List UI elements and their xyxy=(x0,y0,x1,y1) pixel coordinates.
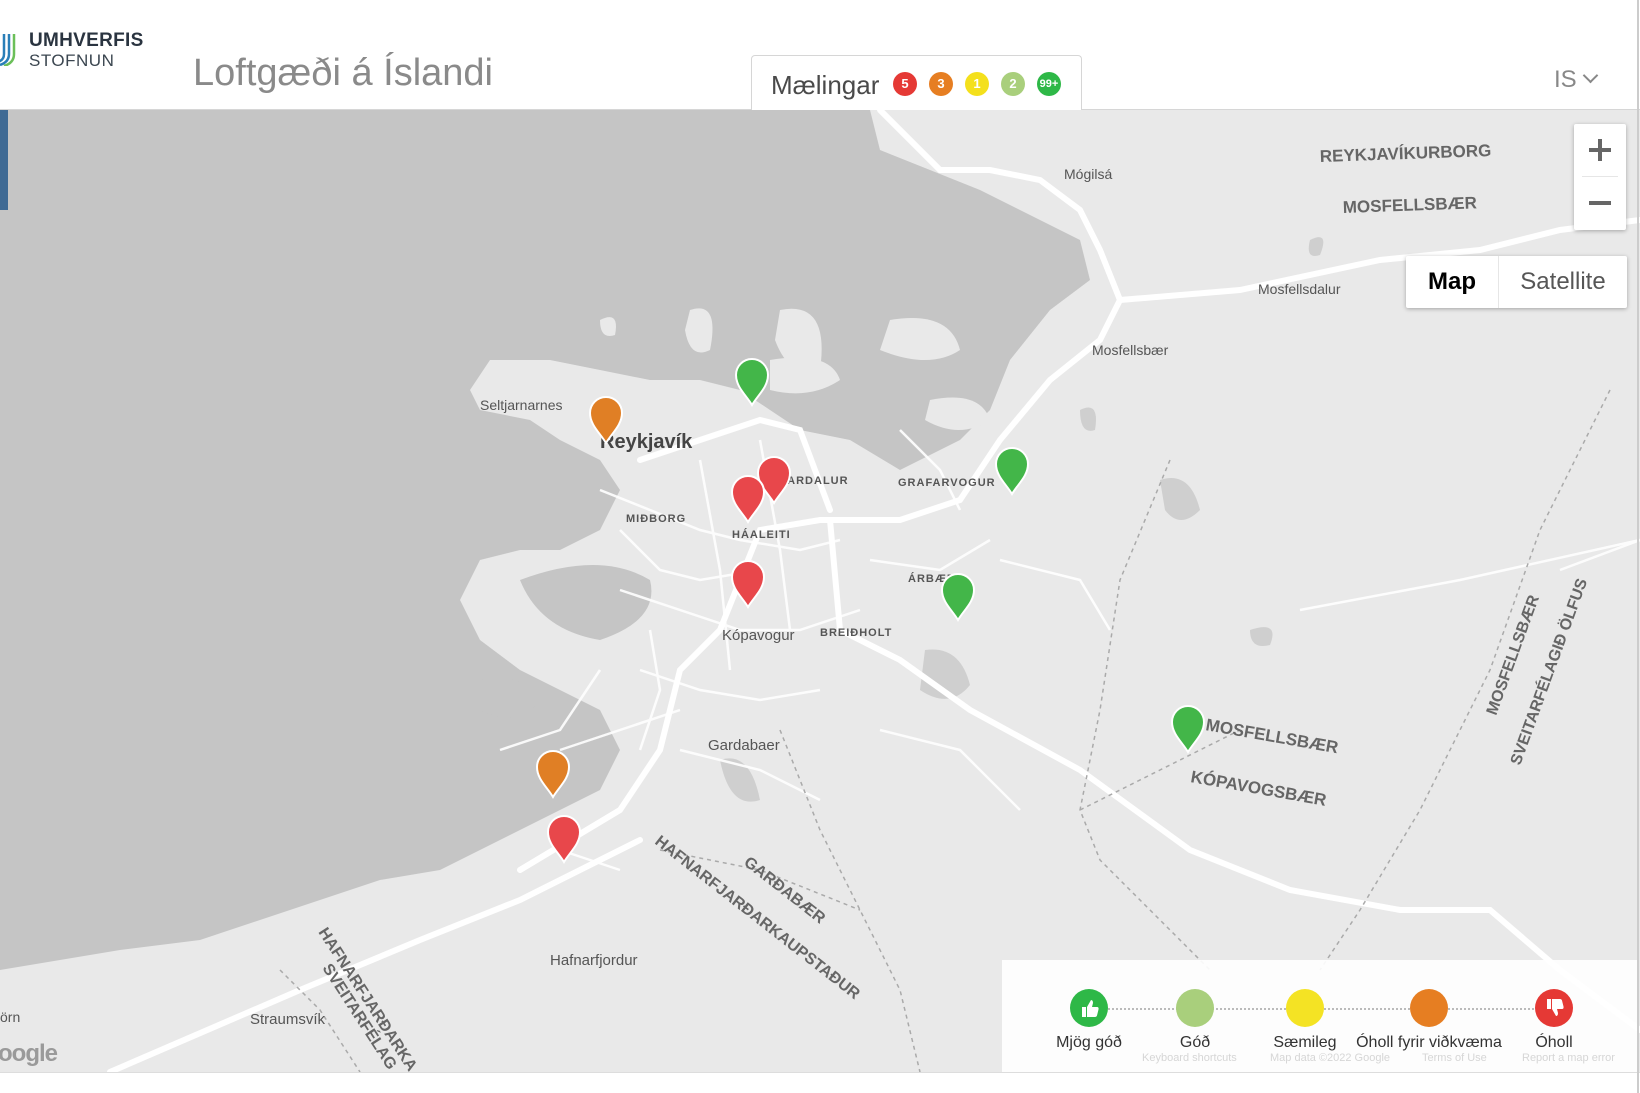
station-marker-unhealthy[interactable] xyxy=(730,475,766,524)
place-label: Seltjarnarnes xyxy=(480,397,563,413)
umhverfisstofnun-logo[interactable]: UMHVERFIS STOFNUN xyxy=(0,22,150,72)
place-label: Kópavogur xyxy=(722,627,795,644)
language-label: IS xyxy=(1554,66,1577,93)
place-label: MOSFELLSBÆR xyxy=(1342,193,1477,217)
place-label: Straumsvík xyxy=(250,1011,326,1028)
sea-area xyxy=(0,110,1090,970)
legend-dot-good xyxy=(1176,989,1214,1027)
map-tiles: Mógilsá REYKJAVÍKURBORG MOSFELLSBÆR Mosf… xyxy=(0,110,1640,1072)
legend-label: Óholl fyrir viðkvæma xyxy=(1356,1034,1502,1051)
station-marker-very-good[interactable] xyxy=(994,447,1030,496)
count-badge-very-good: 99+ xyxy=(1037,72,1061,96)
legend-dot-poor-sensitive xyxy=(1410,989,1448,1027)
place-label: Gardabaer xyxy=(708,737,780,754)
keyboard-shortcuts-link[interactable]: Keyboard shortcuts xyxy=(1142,1052,1237,1064)
place-label: Mógilsá xyxy=(1064,166,1112,182)
count-badge-fair: 1 xyxy=(965,72,989,96)
thumbs-up-icon xyxy=(1082,1000,1099,1017)
station-marker-very-good[interactable] xyxy=(1170,705,1206,754)
map-type-satellite-button[interactable]: Satellite xyxy=(1498,256,1627,308)
zoom-in-button[interactable] xyxy=(1574,124,1626,176)
place-label: BREIÐHOLT xyxy=(820,627,892,639)
place-label: Mosfellsdalur xyxy=(1258,281,1341,297)
place-label: SVEITARFÉLAGIÐ ÖLFUS xyxy=(1506,575,1591,767)
air-quality-legend: Mjög góð Góð Sæmileg Óholl fyrir viðkvæm… xyxy=(1002,960,1638,1072)
station-marker-very-good[interactable] xyxy=(940,573,976,622)
station-marker-unhealthy[interactable] xyxy=(730,560,766,609)
report-map-error-link[interactable]: Report a map error xyxy=(1522,1052,1615,1064)
place-label: Mosfellsbær xyxy=(1092,342,1169,358)
place-label: Hafnarfjordur xyxy=(550,952,638,969)
count-badge-good: 2 xyxy=(1001,72,1025,96)
count-badge-poor-sensitive: 3 xyxy=(929,72,953,96)
place-label: örn xyxy=(0,1009,20,1025)
logo-text-line1: UMHVERFIS xyxy=(29,30,144,51)
place-label: REYKJAVÍKURBORG xyxy=(1319,141,1491,166)
logo-mark-icon xyxy=(0,34,16,66)
logo-text-line2: STOFNUN xyxy=(29,51,115,70)
legend-label: Mjög góð xyxy=(1056,1034,1122,1051)
place-label: MOSFELLSBÆR xyxy=(1204,715,1339,757)
side-panel-handle[interactable] xyxy=(0,110,8,210)
app-header: UMHVERFIS STOFNUN Loftgæði á Íslandi Mæl… xyxy=(0,0,1640,111)
place-label: Reykjavík xyxy=(600,431,693,453)
terms-of-use-link[interactable]: Terms of Use xyxy=(1422,1052,1487,1064)
place-label: GRAFARVOGUR xyxy=(898,477,996,489)
place-label: KÓPAVOGSBÆR xyxy=(1189,767,1327,810)
chevron-down-icon xyxy=(1582,67,1598,84)
legend-label: Sæmileg xyxy=(1273,1034,1337,1051)
count-badge-unhealthy: 5 xyxy=(893,72,917,96)
thumbs-down-icon xyxy=(1547,999,1564,1016)
legend-dot-very-good xyxy=(1070,989,1108,1027)
map-canvas[interactable]: Mógilsá REYKJAVÍKURBORG MOSFELLSBÆR Mosf… xyxy=(0,110,1640,1072)
language-selector[interactable]: IS xyxy=(1554,66,1598,94)
legend-label: Góð xyxy=(1179,1034,1211,1051)
legend-label: Óholl xyxy=(1535,1034,1573,1051)
google-logo[interactable]: oogle xyxy=(0,1040,58,1068)
place-label: HÁALEITI xyxy=(732,528,791,541)
place-label: MIÐBORG xyxy=(626,513,686,525)
map-type-map-button[interactable]: Map xyxy=(1406,256,1498,308)
page-title: Loftgæði á Íslandi xyxy=(193,52,493,94)
page-border xyxy=(1637,0,1639,1093)
measurements-tab[interactable]: Mælingar 5 3 1 2 99+ xyxy=(751,55,1082,111)
map-type-control: Map Satellite xyxy=(1406,256,1627,308)
map-data-attribution: Map data ©2022 Google xyxy=(1270,1052,1391,1064)
zoom-out-button[interactable] xyxy=(1574,177,1626,229)
legend-dot-fair xyxy=(1286,989,1324,1027)
zoom-controls xyxy=(1574,124,1626,230)
measurements-label: Mælingar xyxy=(771,70,880,100)
legend-dot-unhealthy xyxy=(1535,989,1573,1027)
footer-strip xyxy=(0,1072,1640,1093)
